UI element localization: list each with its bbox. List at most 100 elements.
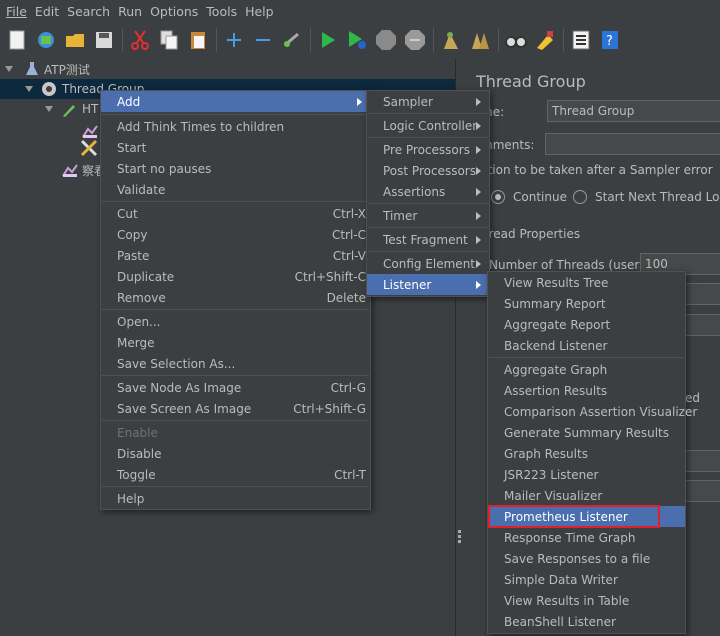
stop-icon[interactable] <box>375 29 397 51</box>
menu-item-copy[interactable]: Copy Ctrl-C <box>101 224 370 245</box>
copy-icon[interactable] <box>158 29 180 51</box>
shutdown-icon[interactable] <box>404 29 426 51</box>
listener-mailer-visualizer[interactable]: Mailer Visualizer <box>488 485 685 506</box>
menu-file[interactable]: File <box>2 4 31 19</box>
submenu-item-sampler[interactable]: Sampler <box>367 91 489 112</box>
menu-item-label: View Results in Table <box>504 593 630 608</box>
listener-assertion-results[interactable]: Assertion Results <box>488 380 685 401</box>
listener-submenu: View Results Tree Summary Report Aggrega… <box>487 271 697 634</box>
tree-node-http[interactable]: HT <box>44 99 98 119</box>
menu-item-cut[interactable]: Cut Ctrl-X <box>101 203 370 224</box>
menu-options[interactable]: Options <box>146 4 202 19</box>
listener-graph-results[interactable]: Graph Results <box>488 443 685 464</box>
listener-view-results-tree[interactable]: View Results Tree <box>488 272 685 293</box>
listener-summary-report[interactable]: Summary Report <box>488 293 685 314</box>
submenu-item-pre-processors[interactable]: Pre Processors <box>367 139 489 160</box>
expand-arrow-icon[interactable] <box>24 84 34 94</box>
templates-icon[interactable] <box>35 29 57 51</box>
menu-item-label: JSR223 Listener <box>504 467 599 482</box>
expand-arrow-icon[interactable] <box>4 64 14 74</box>
tree-node-label: ATP测试 <box>44 62 90 77</box>
submenu-item-test-fragment[interactable]: Test Fragment <box>367 229 489 250</box>
menu-item-remove[interactable]: Remove Delete <box>101 287 370 308</box>
expand-icon[interactable] <box>223 29 245 51</box>
listener-save-responses-to-file[interactable]: Save Responses to a file <box>488 548 685 569</box>
listener-beanshell-listener[interactable]: BeanShell Listener <box>488 611 685 632</box>
submenu-item-config-element[interactable]: Config Element <box>367 253 489 274</box>
submenu-item-logic-controller[interactable]: Logic Controller <box>367 115 489 136</box>
reset-search-icon[interactable] <box>534 29 556 51</box>
menu-bar: File Edit Search Run Options Tools Help <box>0 0 720 22</box>
menu-run[interactable]: Run <box>114 4 146 19</box>
menu-item-enable: Enable <box>101 422 370 443</box>
menu-item-save-selection-as[interactable]: Save Selection As... <box>101 353 370 374</box>
listener-generate-summary-results[interactable]: Generate Summary Results <box>488 422 685 443</box>
listener-aggregate-graph[interactable]: Aggregate Graph <box>488 359 685 380</box>
menu-item-add[interactable]: Add <box>101 91 370 112</box>
menu-item-open[interactable]: Open... <box>101 311 370 332</box>
submenu-item-assertions[interactable]: Assertions <box>367 181 489 202</box>
listener-jsr223-listener[interactable]: JSR223 Listener <box>488 464 685 485</box>
listener-comparison-assertion-visualizer[interactable]: Comparison Assertion Visualizer <box>488 401 697 422</box>
menu-item-label: Start no pauses <box>117 161 212 176</box>
listener-simple-data-writer[interactable]: Simple Data Writer <box>488 569 685 590</box>
menu-item-toggle[interactable]: Toggle Ctrl-T <box>101 464 370 485</box>
menu-item-merge[interactable]: Merge <box>101 332 370 353</box>
tree-node-child-2[interactable] <box>80 138 98 158</box>
function-helper-icon[interactable] <box>570 29 592 51</box>
clear-all-icon[interactable] <box>469 29 491 51</box>
menu-item-label: Mailer Visualizer <box>504 488 603 503</box>
menu-item-label: Aggregate Graph <box>504 362 608 377</box>
listener-view-results-in-table[interactable]: View Results in Table <box>488 590 685 611</box>
listener-aggregate-report[interactable]: Aggregate Report <box>488 314 685 335</box>
submenu-item-listener[interactable]: Listener <box>367 274 489 295</box>
toggle-icon[interactable] <box>281 29 303 51</box>
menu-item-start-no-pauses[interactable]: Start no pauses <box>101 158 370 179</box>
save-icon[interactable] <box>93 29 115 51</box>
new-icon[interactable] <box>6 29 28 51</box>
clear-icon[interactable] <box>440 29 462 51</box>
continue-radio[interactable]: Continue <box>491 190 567 204</box>
menu-item-validate[interactable]: Validate <box>101 179 370 200</box>
listener-response-time-graph[interactable]: Response Time Graph <box>488 527 685 548</box>
menu-separator <box>489 357 684 358</box>
start-no-pauses-icon[interactable] <box>346 29 368 51</box>
open-icon[interactable] <box>64 29 86 51</box>
submenu-item-timer[interactable]: Timer <box>367 205 489 226</box>
drag-handle-icon[interactable] <box>458 530 461 544</box>
ramp-up-field[interactable] <box>683 283 720 305</box>
start-icon[interactable] <box>317 29 339 51</box>
start-next-loop-radio[interactable]: Start Next Thread Loop <box>573 190 720 204</box>
duration-field[interactable] <box>683 450 720 472</box>
menu-item-label: Add <box>117 94 141 109</box>
menu-item-label: Enable <box>117 425 158 440</box>
loop-count-field[interactable] <box>683 314 720 336</box>
menu-item-add-think-times[interactable]: Add Think Times to children <box>101 116 370 137</box>
search-binoculars-icon[interactable] <box>505 29 527 51</box>
menu-help[interactable]: Help <box>241 4 278 19</box>
menu-item-help[interactable]: Help <box>101 488 370 509</box>
comments-field[interactable] <box>545 133 720 155</box>
listener-prometheus-listener[interactable]: Prometheus Listener <box>488 506 685 527</box>
tree-node-test-plan[interactable]: ATP测试 <box>4 59 90 79</box>
collapse-icon[interactable] <box>252 29 274 51</box>
menu-item-save-screen-as-image[interactable]: Save Screen As Image Ctrl+Shift-G <box>101 398 370 419</box>
menu-search[interactable]: Search <box>63 4 114 19</box>
menu-item-disable[interactable]: Disable <box>101 443 370 464</box>
submenu-arrow-icon <box>476 187 481 196</box>
menu-item-start[interactable]: Start <box>101 137 370 158</box>
startup-delay-field[interactable] <box>683 480 720 502</box>
graph-icon <box>62 164 78 177</box>
menu-edit[interactable]: Edit <box>31 4 63 19</box>
menu-item-duplicate[interactable]: Duplicate Ctrl+Shift-C <box>101 266 370 287</box>
expand-arrow-icon[interactable] <box>44 104 54 114</box>
menu-tools[interactable]: Tools <box>202 4 241 19</box>
paste-icon[interactable] <box>187 29 209 51</box>
help-icon[interactable]: ? <box>599 29 621 51</box>
name-field[interactable]: Thread Group <box>547 100 720 122</box>
listener-backend-listener[interactable]: Backend Listener <box>488 335 685 356</box>
menu-item-paste[interactable]: Paste Ctrl-V <box>101 245 370 266</box>
menu-item-save-node-as-image[interactable]: Save Node As Image Ctrl-G <box>101 377 370 398</box>
submenu-item-post-processors[interactable]: Post Processors <box>367 160 489 181</box>
cut-icon[interactable] <box>129 29 151 51</box>
